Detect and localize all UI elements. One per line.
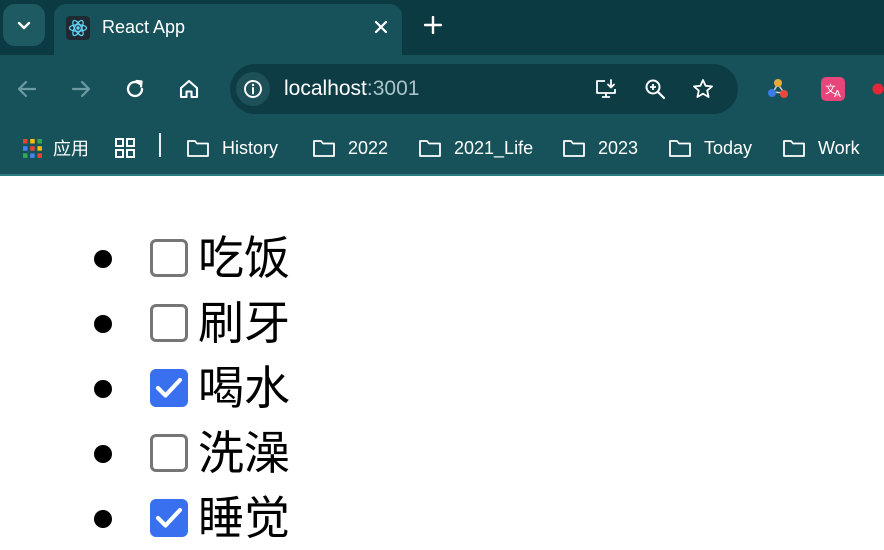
zoom-in-icon (645, 79, 666, 100)
browser-toolbar: localhost:3001 文A (0, 55, 884, 123)
close-icon (374, 20, 388, 34)
reload-button[interactable] (120, 74, 150, 104)
new-tab-button[interactable] (418, 10, 448, 40)
list-bullet (94, 315, 112, 333)
list-bullet (94, 250, 112, 268)
url-text[interactable]: localhost:3001 (284, 77, 419, 101)
checkmark-icon (155, 507, 183, 528)
reload-icon (126, 79, 144, 98)
todo-checkbox[interactable] (150, 369, 188, 407)
folder-icon (187, 140, 209, 157)
extension-button-1[interactable] (765, 76, 791, 102)
home-button[interactable] (174, 74, 204, 104)
url-port: :3001 (366, 77, 420, 100)
folder-icon (669, 140, 691, 157)
react-logo-icon (66, 16, 90, 40)
folder-icon (783, 140, 805, 157)
folder-icon (419, 140, 441, 157)
todo-text: 刷牙 (198, 296, 290, 350)
bookmark-label: Today (704, 137, 753, 158)
checkmark-icon (155, 377, 183, 398)
pdf-extension-icon (872, 83, 884, 95)
bookmark-folder-2021-life[interactable]: 2021_Life (418, 135, 533, 161)
todo-item: 睡觉 (94, 486, 494, 550)
todo-text: 吃饭 (198, 231, 290, 285)
list-bullet (94, 380, 112, 398)
bookmark-folder-2023[interactable]: 2023 (562, 135, 638, 161)
tab-strip: React App (0, 0, 884, 55)
todo-item: 洗澡 (94, 421, 494, 485)
todo-checkbox[interactable] (150, 499, 188, 537)
url-host: localhost (284, 77, 367, 100)
extension-button-3[interactable] (872, 76, 884, 102)
bookmark-label: 2021_Life (454, 137, 534, 158)
todo-text: 洗澡 (198, 426, 290, 480)
svg-text:A: A (834, 89, 841, 100)
translate-icon: 文A (821, 77, 845, 101)
todo-item: 刷牙 (94, 291, 494, 355)
tab-react-app[interactable]: React App (54, 4, 402, 55)
bookmark-folder-today[interactable]: Today (668, 135, 752, 161)
arrow-left-icon (17, 80, 37, 98)
site-info-button[interactable] (236, 72, 270, 106)
extension-button-2[interactable]: 文A (820, 76, 846, 102)
bookmark-label: History (222, 137, 279, 158)
home-icon (179, 79, 199, 99)
tab-search-button[interactable] (3, 4, 45, 46)
install-app-button[interactable] (593, 76, 619, 102)
back-button[interactable] (12, 74, 42, 104)
todo-checkbox[interactable] (150, 304, 188, 342)
apps-grid-icon (23, 138, 42, 158)
arrow-right-icon (71, 80, 91, 98)
page-content: 吃饭 刷牙 喝水 洗澡 睡觉 (0, 178, 884, 550)
bookmark-label: 2023 (598, 137, 639, 158)
bookmark-label: 2022 (348, 137, 389, 158)
address-bar[interactable]: localhost:3001 (230, 64, 738, 114)
todo-text: 睡觉 (198, 491, 290, 545)
folder-icon (313, 140, 335, 157)
todo-checkbox[interactable] (150, 434, 188, 472)
todo-item: 喝水 (94, 356, 494, 420)
bookmark-folder-work[interactable]: Work (782, 135, 860, 161)
info-icon (244, 80, 262, 98)
todo-text: 喝水 (198, 361, 290, 415)
list-bullet (94, 445, 112, 463)
bookmarks-divider (159, 133, 161, 157)
list-bullet (94, 510, 112, 528)
install-desktop-icon (596, 79, 616, 98)
extension-network-icon (768, 79, 788, 98)
tab-title: React App (102, 17, 186, 37)
bookmark-folder-history[interactable]: History (186, 135, 278, 161)
plus-icon (424, 16, 442, 34)
apps-label: 应用 (53, 139, 89, 159)
grid-view-icon (115, 138, 135, 158)
chevron-down-icon (17, 21, 31, 30)
bookmark-folder-2022[interactable]: 2022 (312, 135, 388, 161)
apps-shortcut[interactable]: 应用 (22, 135, 89, 161)
star-icon (693, 79, 713, 98)
todo-checkbox[interactable] (150, 239, 188, 277)
zoom-button[interactable] (642, 76, 668, 102)
forward-button[interactable] (66, 74, 96, 104)
bookmark-label: Work (818, 137, 860, 158)
folder-icon (563, 140, 585, 157)
tab-close-button[interactable] (368, 14, 394, 40)
tab-groups-button[interactable] (114, 135, 136, 161)
bookmarks-bar: 应用 History 2022 2021_Life 2023 Today Wor… (0, 123, 884, 176)
bookmark-star-button[interactable] (690, 76, 716, 102)
todo-item: 吃饭 (94, 226, 494, 290)
